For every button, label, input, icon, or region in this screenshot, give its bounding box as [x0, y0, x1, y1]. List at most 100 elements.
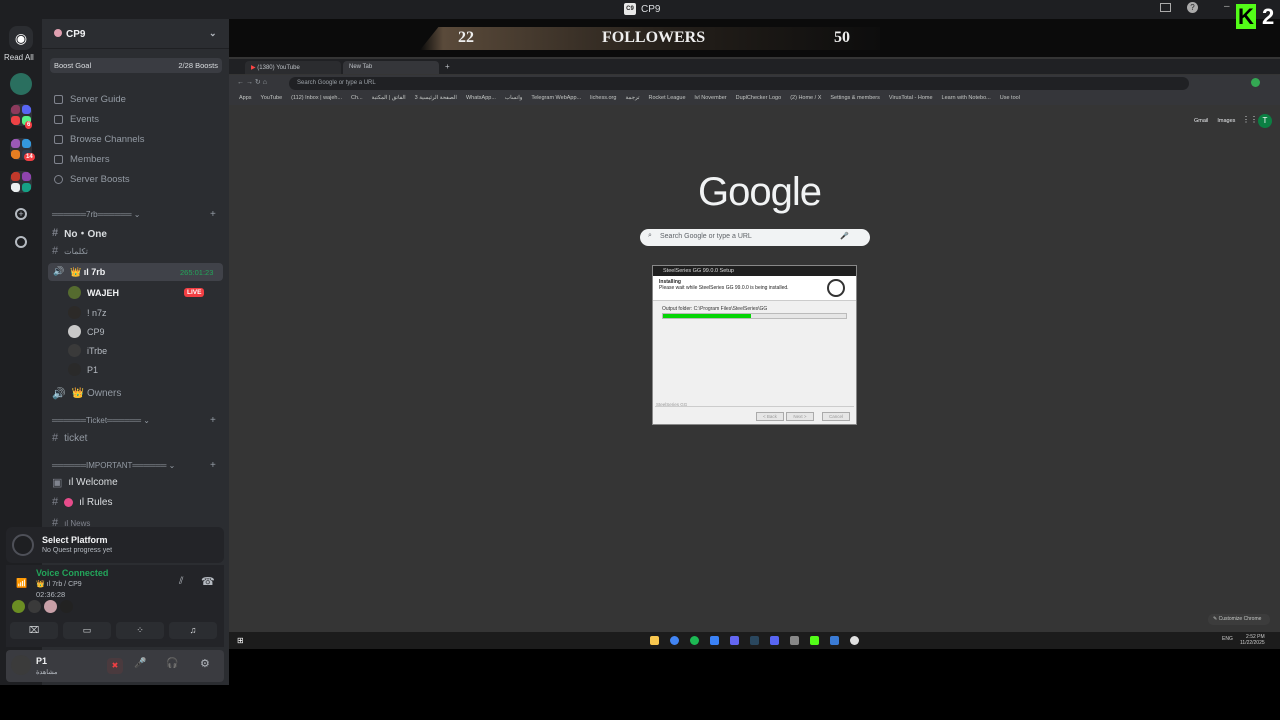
bookmark[interactable]: Ch... [351, 95, 363, 102]
bookmark[interactable]: الفاتق | المكتبة [372, 95, 406, 102]
channel-voice-7rb[interactable]: 🔊 👑 ıl 7rb 265:01:23 [48, 263, 223, 281]
server-folder-3[interactable] [10, 171, 32, 193]
app-icon[interactable] [790, 636, 799, 645]
bookmark[interactable]: YouTube [261, 95, 283, 102]
boost-goal-bar[interactable]: Boost Goal 2/28 Boosts [50, 58, 222, 73]
screen-share-icon[interactable] [1160, 3, 1171, 12]
add-channel-icon[interactable]: + [210, 415, 216, 426]
account-avatar[interactable]: T [1258, 114, 1272, 128]
browse-channels-item[interactable]: Browse Channels [54, 134, 144, 145]
settings-gear-icon[interactable]: ⚙ [200, 657, 210, 670]
bookmark[interactable]: Use tool [1000, 95, 1020, 102]
user-name: P1 [87, 364, 99, 375]
events-item[interactable]: Events [54, 114, 99, 125]
channel-owners[interactable]: 🔊 👑 Owners [52, 387, 121, 400]
kick-icon[interactable] [810, 636, 819, 645]
signal-icon[interactable]: 📶 [16, 578, 27, 589]
bookmark[interactable]: DuplChecker Logo [736, 95, 782, 102]
file-explorer-icon[interactable] [650, 636, 659, 645]
headphones-icon[interactable]: 🎧 [166, 658, 178, 669]
bookmark[interactable]: Settings & members [830, 95, 880, 102]
bookmark[interactable]: VirusTotal - Home [889, 95, 933, 102]
activities-button[interactable]: ⁘ [116, 622, 164, 639]
quest-panel[interactable]: Select Platform No Quest progress yet [6, 527, 224, 563]
back-button[interactable]: < Back [756, 412, 784, 421]
disconnect-icon[interactable]: ☎ [201, 575, 215, 588]
new-tab-icon[interactable]: + [445, 62, 450, 71]
voice-status[interactable]: Voice Connected [36, 568, 108, 578]
chrome-icon[interactable] [670, 636, 679, 645]
back-icon[interactable]: ← → ↻ ⌂ [237, 78, 267, 86]
google-search-box[interactable]: ⌕ Search Google or type a URL 🎤 [640, 229, 870, 246]
bookmark[interactable]: Learn with Notebo... [942, 95, 991, 102]
tab-new-tab[interactable]: New Tab [343, 61, 439, 74]
clock[interactable]: 2:52 PM 11/22/2025 [1240, 634, 1265, 646]
server-guide-item[interactable]: Server Guide [54, 94, 126, 105]
voice-channel[interactable]: ıl 7rb / CP9 [47, 581, 82, 588]
bookmark[interactable]: (112) Inbox | wajeh... [291, 95, 342, 102]
voice-user[interactable]: iTrbe [68, 344, 107, 357]
server-header[interactable]: CP9 ⌄ [42, 19, 229, 49]
language-indicator[interactable]: ENG [1222, 636, 1233, 642]
voice-user[interactable]: ! n7z [68, 306, 107, 319]
windows-taskbar: ⊞ ENG 2:52 PM 11/22/2025 [229, 632, 1280, 649]
discord-home-icon[interactable]: ◉ [9, 26, 33, 50]
gmail-link[interactable]: Gmail [1194, 118, 1208, 124]
category-7rb[interactable]: ══════ 7rb ══════ ⌄ + [52, 209, 216, 220]
cancel-button[interactable]: Cancel [822, 412, 850, 421]
mute-icon[interactable]: ✖ [107, 658, 123, 674]
read-all-button[interactable]: Read All [4, 53, 34, 62]
voice-user[interactable]: WAJEH LIVE [68, 286, 205, 299]
bookmark[interactable]: واتساب [505, 95, 522, 102]
server-icon-cp9[interactable] [10, 73, 32, 95]
steelseries-icon[interactable] [850, 636, 859, 645]
add-server-icon[interactable]: + [15, 208, 27, 220]
discover-icon[interactable] [15, 236, 27, 248]
voice-user[interactable]: CP9 [68, 325, 105, 338]
store-icon[interactable] [710, 636, 719, 645]
channel-arabic[interactable]: # تكلمات [52, 245, 88, 257]
spotify-icon[interactable] [690, 636, 699, 645]
bookmark[interactable]: (2) Home / X [790, 95, 821, 102]
microphone-icon[interactable]: 🎤 [134, 658, 146, 669]
bookmark[interactable]: الصفحة الرئيسية 3 [415, 95, 457, 102]
soundboard-button[interactable]: ♫ [169, 622, 217, 639]
apps-grid-icon[interactable]: ⋮⋮ [1242, 115, 1258, 124]
address-bar[interactable]: Search Google or type a URL [289, 77, 1189, 90]
bookmark[interactable]: Apps [239, 95, 252, 102]
category-ticket[interactable]: ══════ Ticket ══════ ⌄ + [52, 415, 216, 426]
next-button[interactable]: Next > [786, 412, 814, 421]
members-item[interactable]: Members [54, 154, 110, 165]
bookmark[interactable]: Rocket League [649, 95, 686, 102]
voice-search-icon[interactable]: 🎤 [840, 232, 849, 240]
bookmark[interactable]: WhatsApp... [466, 95, 496, 102]
bookmark[interactable]: lichess.org [590, 95, 616, 102]
channel-ticket[interactable]: # ticket [52, 432, 87, 444]
profile-icon[interactable] [1251, 78, 1260, 87]
bookmark[interactable]: lvl November [695, 95, 727, 102]
voice-user[interactable]: P1 [68, 363, 98, 376]
server-boosts-item[interactable]: Server Boosts [54, 174, 130, 185]
shield-icon[interactable] [830, 636, 839, 645]
screen-share-button[interactable]: ▭ [63, 622, 111, 639]
minimize-icon[interactable]: – [1224, 1, 1230, 12]
camera-off-button[interactable]: ⌧ [10, 622, 58, 639]
discord-icon[interactable] [770, 636, 779, 645]
add-channel-icon[interactable]: + [210, 209, 216, 220]
steam-icon[interactable] [750, 636, 759, 645]
noise-suppression-icon[interactable]: ⫽ [179, 576, 183, 587]
app-icon[interactable] [730, 636, 739, 645]
bookmark[interactable]: ترجمة [625, 95, 639, 102]
tab-youtube[interactable]: ▶ (1380) YouTube [245, 61, 341, 74]
channel-rules[interactable]: # ıl Rules [52, 496, 112, 508]
add-channel-icon[interactable]: + [210, 460, 216, 471]
help-icon[interactable]: ? [1187, 2, 1198, 13]
category-important[interactable]: ══════ IMPORTANT ══════ ⌄ + [52, 460, 216, 471]
channel-no-one[interactable]: # No・One [52, 225, 107, 241]
customize-chrome-button[interactable]: ✎ Customize Chrome [1208, 614, 1270, 625]
channel-welcome[interactable]: ▣ ıl Welcome [52, 476, 118, 489]
start-icon[interactable]: ⊞ [237, 636, 244, 645]
images-link[interactable]: Images [1217, 118, 1235, 124]
user-avatar[interactable] [11, 655, 31, 675]
bookmark[interactable]: Telegram WebApp... [531, 95, 581, 102]
